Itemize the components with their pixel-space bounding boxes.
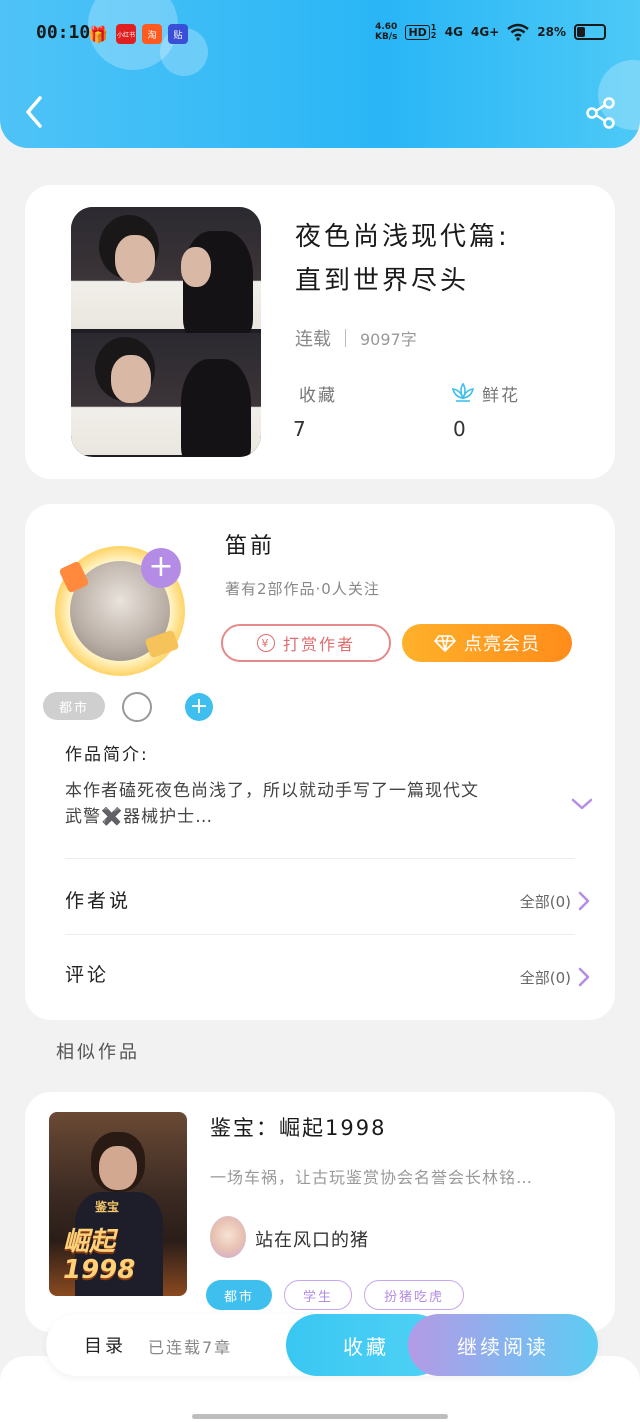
author-say-label[interactable]: 作者说 — [65, 886, 131, 913]
similar-book-cover[interactable]: 鉴宝 崛起1998 — [49, 1112, 187, 1296]
hd-icon: HD 1 2 — [405, 24, 436, 40]
tag-pill[interactable]: 扮猪吃虎 — [364, 1280, 464, 1310]
similar-book-author: 站在风口的猪 — [255, 1230, 369, 1251]
tieba-icon: 贴 — [168, 24, 188, 44]
cover-small-text: 鉴宝 — [95, 1200, 120, 1214]
author-name[interactable]: 笛前 — [225, 528, 275, 560]
top-header: 00:10 🎁 小红书 淘 贴 4.60 KB/s HD 1 2 4G 4G+ … — [0, 0, 640, 148]
gift-icon: 🎁 — [88, 24, 108, 44]
follow-plus-icon[interactable]: + — [141, 548, 181, 588]
status-bar: 00:10 🎁 小红书 淘 贴 4.60 KB/s HD 1 2 4G 4G+ … — [0, 18, 640, 50]
taobao-icon: 淘 — [142, 24, 162, 44]
tip-author-button[interactable]: ¥ 打赏作者 — [221, 624, 391, 662]
vip-button[interactable]: 点亮会员 — [402, 624, 572, 662]
similar-book-card[interactable]: 鉴宝 崛起1998 鉴宝：崛起1998 一场车祸，让古玩鉴赏协会名誉会长林铭… … — [25, 1092, 615, 1332]
xiaohongshu-icon: 小红书 — [116, 24, 136, 44]
divider — [65, 858, 575, 859]
tag-pill[interactable]: 学生 — [284, 1280, 352, 1310]
collect-label: 收藏 — [299, 386, 337, 406]
cover-big-text: 崛起1998 — [63, 1227, 136, 1285]
book-title: 夜色尚浅现代篇: 直到世界尽头 — [295, 222, 510, 296]
book-status: 连载 — [295, 329, 331, 350]
flower-label: 鲜花 — [482, 386, 520, 406]
bottom-action-bar: 目录 已连载7章 收藏 继续阅读 — [46, 1314, 598, 1376]
status-time: 00:10 — [36, 22, 91, 43]
avatar — [210, 1216, 246, 1258]
similar-book-desc: 一场车祸，让古玩鉴赏协会名誉会长林铭… — [210, 1168, 534, 1187]
intro-label: 作品简介: — [65, 745, 149, 765]
cover-panel-top — [71, 207, 261, 341]
similar-book-title[interactable]: 鉴宝：崛起1998 — [210, 1112, 386, 1142]
flower-value: 0 — [453, 417, 466, 441]
back-icon[interactable] — [20, 92, 50, 132]
chevron-right-icon — [578, 891, 590, 911]
comment-label[interactable]: 评论 — [65, 960, 109, 987]
home-indicator[interactable] — [192, 1414, 448, 1419]
cover-face — [99, 1146, 137, 1190]
book-cover[interactable] — [71, 207, 261, 457]
diamond-icon — [434, 635, 456, 652]
intro-text: 本作者磕死夜色尚浅了，所以就动手写了一篇现代文 武警✖️器械护士… — [65, 781, 479, 827]
battery-percent: 28% — [537, 25, 566, 39]
signal-4g-icon: 4G — [444, 25, 463, 39]
tag-pill[interactable]: 都市 — [206, 1280, 272, 1310]
continue-reading-button[interactable]: 继续阅读 — [408, 1314, 598, 1376]
comment-all[interactable]: 全部(0) — [520, 966, 591, 988]
cover-face — [181, 247, 211, 287]
genre-tag[interactable]: 都市 — [43, 692, 105, 720]
battery-icon — [574, 24, 606, 40]
book-info-card: 夜色尚浅现代篇: 直到世界尽头 连载 9097字 收藏 7 鲜花 0 — [25, 185, 615, 479]
collect-value: 7 — [293, 417, 306, 441]
status-right: 4.60 KB/s HD 1 2 4G 4G+ 28% — [375, 22, 606, 42]
wifi-icon — [507, 23, 530, 41]
cover-face — [115, 235, 155, 283]
chevron-right-icon — [578, 967, 590, 987]
cover-figure — [181, 359, 251, 457]
lotus-flower-icon — [451, 382, 475, 402]
chapter-count: 已连载7章 — [148, 1338, 233, 1357]
battery-fill — [577, 27, 585, 37]
empty-tag-circle[interactable] — [122, 692, 152, 722]
divider — [345, 329, 346, 347]
yuan-icon: ¥ — [256, 634, 275, 652]
toc-button[interactable]: 目录 — [84, 1332, 126, 1358]
similar-section-title: 相似作品 — [56, 1042, 140, 1063]
cover-face — [111, 355, 151, 403]
chevron-down-icon[interactable] — [570, 796, 594, 812]
book-meta: 连载 9097字 — [295, 325, 417, 351]
word-count: 9097字 — [360, 330, 417, 349]
cover-panel-bottom — [71, 333, 261, 457]
author-say-all[interactable]: 全部(0) — [520, 890, 591, 912]
share-icon[interactable] — [584, 96, 618, 130]
divider — [65, 934, 575, 935]
author-card: + 笛前 著有2部作品·0人关注 ¥ 打赏作者 点亮会员 都市 + 作品简介: … — [25, 504, 615, 1020]
signal-4gplus-icon: 4G+ — [471, 25, 500, 39]
net-speed: 4.60 KB/s — [374, 22, 398, 42]
author-subtitle: 著有2部作品·0人关注 — [225, 580, 380, 598]
add-tag-button[interactable]: + — [185, 693, 213, 721]
